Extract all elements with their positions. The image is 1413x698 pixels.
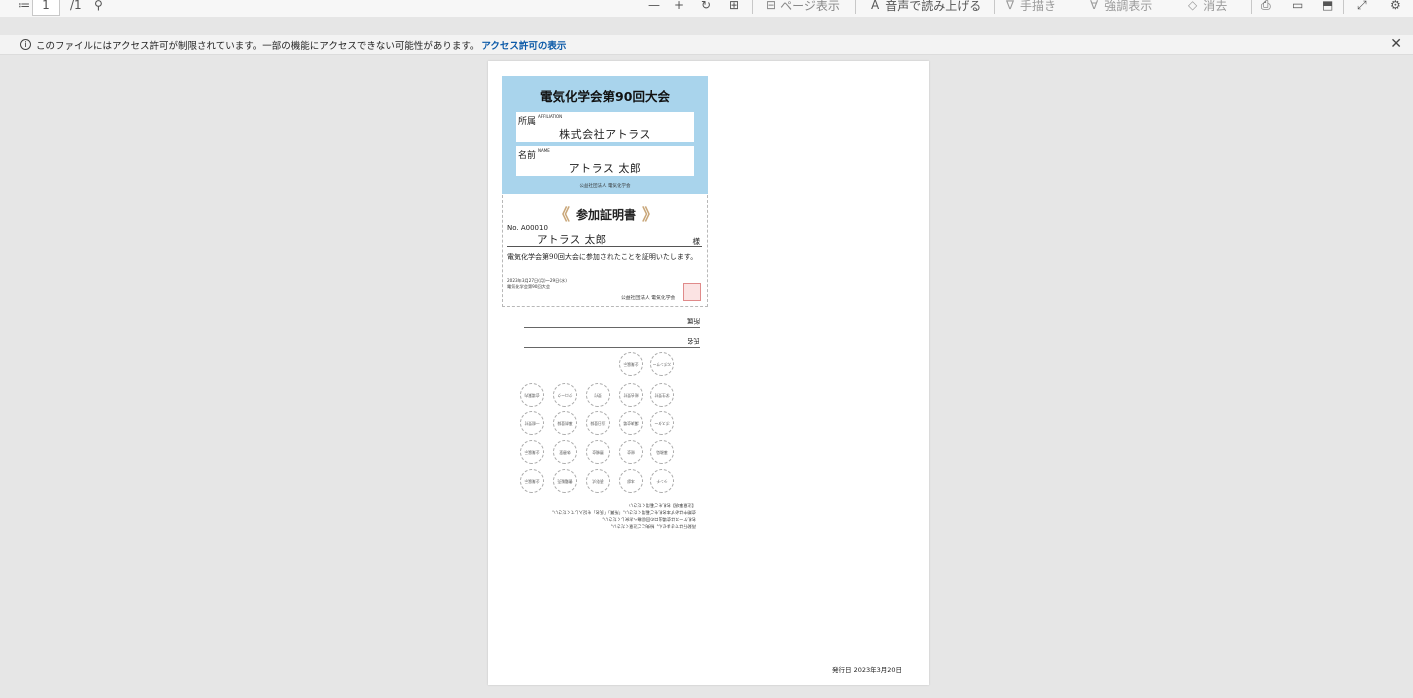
note-line: 名札ケースは会場出口の回収箱へお戻しください。 <box>599 517 696 522</box>
pdf-toolbar: ≔ 1 /1 ⚲ — + ↻ ⊞ ⊟ ページ表示 A 音声で読み上げる ∇ 手描… <box>0 0 1413 17</box>
permission-infobar: i このファイルにはアクセス許可が制限されています。一部の機能にアクセスできない… <box>0 35 1413 55</box>
bracket-left: 《 <box>553 205 570 224</box>
note-line: 会期中は必ず本名札をご着用ください。「所属」「氏名」を記入してください。 <box>549 510 696 515</box>
erase-button[interactable]: ◇ 消去 <box>1188 0 1227 15</box>
stamp-circle: 会場案内 <box>520 383 544 407</box>
stamp-circle: ランチ <box>650 469 674 493</box>
zoom-out-icon[interactable]: — <box>648 0 660 15</box>
highlight-button[interactable]: ∀ 強調表示 <box>1090 0 1152 15</box>
close-icon[interactable]: ✕ <box>1390 36 1402 52</box>
certificate-issuer: 公益社団法人 電気化学会 <box>621 296 676 301</box>
search-icon[interactable]: ⚲ <box>94 0 103 15</box>
stamp-circle: 懇親会 <box>586 440 610 464</box>
certificate-heading: 《参加証明書》 <box>503 200 709 224</box>
stamp-circle: 企業展示 <box>520 440 544 464</box>
highlight-icon: ∀ <box>1090 0 1099 12</box>
stamp-circle: 休憩室 <box>553 440 577 464</box>
name-value: アトラス 太郎 <box>568 162 642 175</box>
stamp-circle: 当日登録 <box>586 411 610 435</box>
stamp-circle: 受付 <box>586 383 610 407</box>
stamp-circle: 書籍販売 <box>553 469 577 493</box>
back-notes: 再発行はできません。紛失にご注意ください。 名札ケースは会場出口の回収箱へお戻し… <box>536 502 696 530</box>
date-line-2: 電気化学会第90回大会 <box>507 284 551 289</box>
page-number-input[interactable]: 1 <box>32 0 60 16</box>
stamp-circle: 総合受付 <box>619 383 643 407</box>
toolbar-divider <box>752 0 753 14</box>
print-icon[interactable]: ⎙ <box>1261 0 1271 15</box>
back-name-line: 氏名 <box>524 332 700 348</box>
stamp-circle: 本部 <box>619 469 643 493</box>
save-as-icon[interactable]: ⬒ <box>1322 0 1333 15</box>
back-affiliation-label: 所属 <box>687 317 700 325</box>
page-view-icon: ⊟ <box>766 0 777 12</box>
certificate-name: アトラス 太郎 <box>537 234 607 246</box>
stamp-circle: 一般受付 <box>520 411 544 435</box>
affiliation-field: 所属AFFILIATION 株式会社アトラス <box>516 112 694 142</box>
certificate-date: 2023年3月27日(月)～29日(水) 電気化学会第90回大会 <box>507 278 567 290</box>
zoom-in-icon[interactable]: + <box>674 0 684 15</box>
stamp-circle: 総会 <box>619 440 643 464</box>
certificate-name-line: アトラス 太郎 様 <box>507 232 702 247</box>
rotate-icon[interactable]: ↻ <box>701 0 711 15</box>
stamp-circle: 事前登録 <box>553 411 577 435</box>
certificate: 《参加証明書》 No. A00010 アトラス 太郎 様 電気化学会第90回大会… <box>502 195 708 307</box>
certificate-title: 参加証明書 <box>575 208 636 222</box>
note-line: 【注意事項】名札をご着用ください <box>628 503 696 508</box>
permission-message: このファイルにはアクセス許可が制限されています。一部の機能にアクセスできない可能… <box>36 40 480 52</box>
page-view-button[interactable]: ⊟ ページ表示 <box>766 0 840 15</box>
fit-page-icon[interactable]: ⊞ <box>729 0 739 15</box>
contents-icon[interactable]: ≔ <box>18 0 30 15</box>
fullscreen-icon[interactable]: ⤢ <box>1357 0 1367 15</box>
name-sublabel: NAME <box>538 148 550 153</box>
toolbar-divider <box>994 0 995 14</box>
stamp-circle: 事務局 <box>650 440 674 464</box>
issue-date: 発行日 2023年3月20日 <box>832 666 903 674</box>
read-aloud-label: 音声で読み上げる <box>885 0 982 13</box>
page-total: /1 <box>70 0 82 12</box>
bracket-right: 》 <box>642 205 659 224</box>
badge-organizer: 公益社団法人 電気化学会 <box>579 184 631 189</box>
read-aloud-button[interactable]: A 音声で読み上げる <box>871 0 981 15</box>
stamp-circle: 表彰式 <box>586 469 610 493</box>
stamp-circle: 講演会場 <box>619 411 643 435</box>
save-icon[interactable]: ▭ <box>1292 0 1303 15</box>
read-aloud-icon: A <box>871 0 880 12</box>
certificate-body: 電気化学会第90回大会に参加されたことを証明いたします。 <box>507 253 698 261</box>
seal-stamp <box>683 283 701 301</box>
stamp-circle: 学生受付 <box>650 383 674 407</box>
name-field: 名前NAME アトラス 太郎 <box>516 146 694 176</box>
toolbar-divider <box>1251 0 1252 14</box>
page-view-label: ページ表示 <box>780 0 840 13</box>
affiliation-value: 株式会社アトラス <box>559 128 651 141</box>
honorific: 様 <box>692 237 701 246</box>
draw-button[interactable]: ∇ 手描き <box>1006 0 1056 15</box>
stamp-rally-grid: 企業展示 スポンサー 会場案内 クローク 受付 総合受付 学生受付 一般受付 事… <box>520 352 693 493</box>
back-name-label: 氏名 <box>687 337 700 345</box>
draw-label: 手描き <box>1020 0 1057 13</box>
stamp-circle: スポンサー <box>650 352 674 376</box>
stamp-circle: 企業展示 <box>520 469 544 493</box>
erase-label: 消去 <box>1203 0 1228 13</box>
stamp-circle: クローク <box>553 383 577 407</box>
info-icon: i <box>20 39 31 50</box>
certificate-number: No. A00010 <box>507 224 548 232</box>
draw-icon: ∇ <box>1006 0 1015 12</box>
stamp-circle: ポスター <box>650 411 674 435</box>
erase-icon: ◇ <box>1188 0 1198 12</box>
toolbar-divider <box>855 0 856 14</box>
settings-icon[interactable]: ⚙ <box>1390 0 1401 15</box>
name-badge: 電気化学会第90回大会 所属AFFILIATION 株式会社アトラス 名前NAM… <box>502 76 708 194</box>
highlight-label: 強調表示 <box>1104 0 1153 13</box>
stamp-circle: 企業展示 <box>619 352 643 376</box>
toolbar-divider <box>1343 0 1344 14</box>
back-affiliation-line: 所属 <box>524 312 700 328</box>
view-permissions-link[interactable]: アクセス許可の表示 <box>481 38 566 52</box>
note-line: 再発行はできません。紛失にご注意ください。 <box>608 524 696 529</box>
affiliation-sublabel: AFFILIATION <box>538 114 563 119</box>
badge-title: 電気化学会第90回大会 <box>540 89 670 104</box>
